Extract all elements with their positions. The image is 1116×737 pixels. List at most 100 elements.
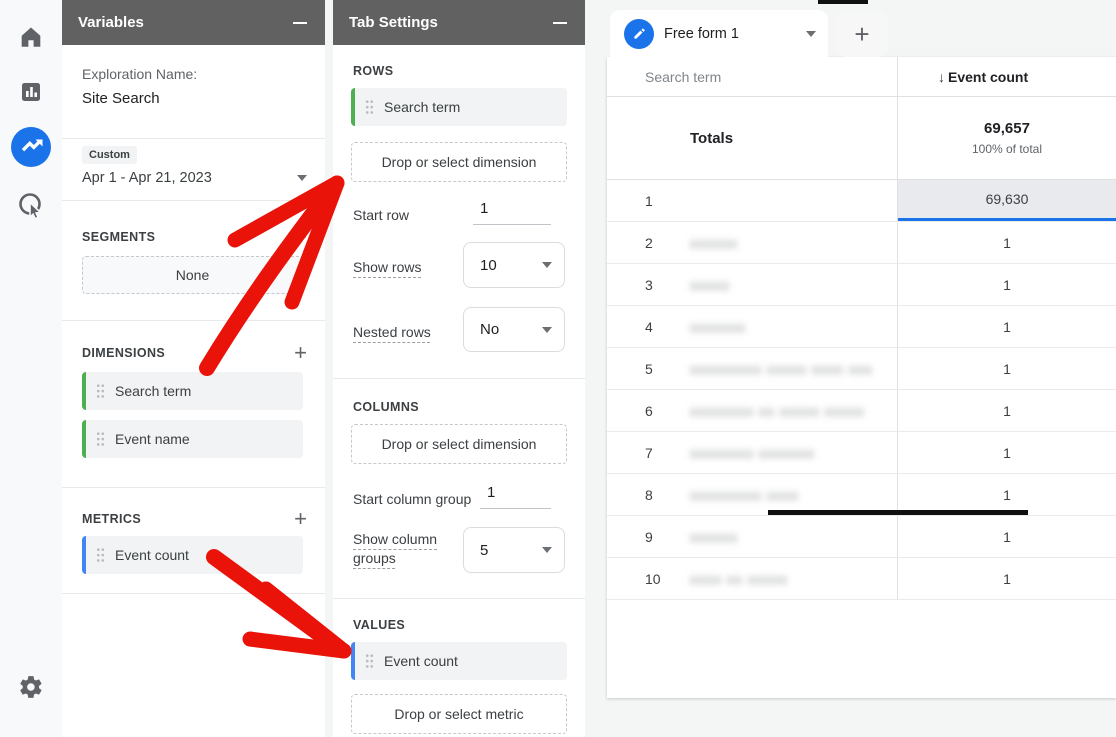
table-row[interactable]: 2 xxxxxx 1 — [607, 222, 1116, 264]
table-row[interactable]: 3 xxxxx 1 — [607, 264, 1116, 306]
row-rank: 10 — [607, 571, 690, 587]
start-row-label: Start row — [353, 207, 409, 223]
home-icon[interactable] — [10, 16, 52, 58]
column-header-search-term[interactable]: Search term — [607, 57, 898, 96]
dimension-chip-event-name[interactable]: Event name — [82, 420, 303, 458]
row-value[interactable]: 1 — [898, 264, 1116, 305]
start-row-input[interactable]: 1 — [473, 200, 551, 225]
row-term: xxxxxxxx xxxxxxx — [690, 445, 815, 461]
drag-handle-icon[interactable] — [365, 99, 374, 115]
values-dropzone[interactable]: Drop or select metric — [351, 694, 567, 734]
divider — [62, 487, 325, 488]
table-row[interactable]: 5 xxxxxxxxx xxxxx xxxx xxx 1 — [607, 348, 1116, 390]
table-row[interactable]: 4 xxxxxxx 1 — [607, 306, 1116, 348]
divider — [62, 138, 325, 139]
chip-label: Event count — [115, 547, 189, 563]
row-rank: 2 — [607, 235, 690, 251]
row-term: xxxxxxxx xx xxxxx xxxxx — [690, 403, 865, 419]
show-column-groups-label: Show column groups — [353, 530, 441, 568]
row-term: xxxxxxxxx xxxxx xxxx xxx — [690, 361, 873, 377]
nested-rows-select[interactable]: No — [463, 307, 565, 352]
rows-chip-search-term[interactable]: Search term — [351, 88, 567, 126]
row-value[interactable]: 1 — [898, 306, 1116, 347]
table-row[interactable]: 6 xxxxxxxx xx xxxxx xxxxx 1 — [607, 390, 1116, 432]
row-value[interactable]: 1 — [898, 474, 1116, 515]
chevron-down-icon — [542, 547, 552, 553]
exploration-name-value[interactable]: Site Search — [82, 90, 160, 107]
show-rows-select[interactable]: 10 — [463, 242, 565, 288]
show-column-groups-select[interactable]: 5 — [463, 527, 565, 573]
show-rows-label: Show rows — [353, 258, 421, 277]
table-row[interactable]: 1 69,630 — [607, 180, 1116, 222]
rows-dropzone[interactable]: Drop or select dimension — [351, 142, 567, 182]
explore-icon[interactable] — [10, 126, 52, 168]
table-row[interactable]: 7 xxxxxxxx xxxxxxx 1 — [607, 432, 1116, 474]
exploration-name-label: Exploration Name: — [82, 66, 197, 82]
date-range-selector[interactable]: Apr 1 - Apr 21, 2023 — [82, 170, 307, 186]
row-rank: 7 — [607, 445, 690, 461]
row-value[interactable]: 1 — [898, 222, 1116, 263]
row-value[interactable]: 1 — [898, 516, 1116, 557]
segments-empty-dropzone[interactable]: None — [82, 256, 303, 294]
metric-chip-event-count[interactable]: Event count — [82, 536, 303, 574]
drag-handle-icon[interactable] — [96, 383, 105, 399]
row-value[interactable]: 1 — [898, 432, 1116, 473]
row-value[interactable]: 1 — [898, 348, 1116, 389]
row-term: xxxx xx xxxxx — [690, 571, 788, 587]
divider — [333, 378, 585, 379]
chip-label: Search term — [384, 99, 460, 115]
columns-dropzone-label: Drop or select dimension — [382, 436, 537, 452]
columns-dropzone[interactable]: Drop or select dimension — [351, 424, 567, 464]
row-value[interactable]: 1 — [898, 558, 1116, 599]
show-rows-value: 10 — [480, 257, 497, 274]
edit-pencil-icon — [624, 19, 654, 49]
tab-settings-title: Tab Settings — [349, 14, 438, 31]
drag-handle-icon[interactable] — [365, 653, 374, 669]
columns-section-label: COLUMNS — [353, 400, 419, 414]
tab-free-form-1[interactable]: Free form 1 — [610, 10, 828, 57]
totals-row: Totals 69,657 100% of total — [607, 97, 1116, 180]
totals-subtext: 100% of total — [972, 142, 1042, 156]
tab-settings-panel: Tab Settings ROWS Search term Drop or se… — [333, 0, 585, 737]
values-chip-event-count[interactable]: Event count — [351, 642, 567, 680]
table-row[interactable]: 10 xxxx xx xxxxx 1 — [607, 558, 1116, 600]
nav-rail — [0, 0, 62, 737]
table-row[interactable]: 8 xxxxxxxxx xxxx 1 — [607, 474, 1116, 516]
column-header-event-count[interactable]: ↓ Event count — [898, 57, 1116, 96]
dimensions-label: DIMENSIONS — [82, 346, 165, 360]
date-badge: Custom — [82, 146, 137, 164]
row-value[interactable]: 1 — [898, 390, 1116, 431]
start-column-group-input[interactable]: 1 — [480, 484, 551, 509]
table-row[interactable]: 9 xxxxxx 1 — [607, 516, 1116, 558]
dimension-chip-search-term[interactable]: Search term — [82, 372, 303, 410]
settings-gear-icon[interactable] — [10, 666, 52, 708]
add-dimension-icon[interactable]: + — [294, 344, 307, 362]
row-term: xxxxxx — [690, 235, 738, 251]
variables-panel-header: Variables — [62, 0, 325, 45]
chip-label: Search term — [115, 383, 191, 399]
table-header-row: Search term ↓ Event count — [607, 57, 1116, 97]
divider — [62, 320, 325, 321]
add-metric-icon[interactable]: + — [294, 510, 307, 528]
row-rank: 5 — [607, 361, 690, 377]
metrics-label: METRICS — [82, 512, 141, 526]
nested-rows-label: Nested rows — [353, 323, 431, 342]
drag-handle-icon[interactable] — [96, 431, 105, 447]
add-segment-icon[interactable]: + — [294, 228, 307, 246]
segments-empty-label: None — [176, 267, 209, 283]
reports-icon[interactable] — [10, 71, 52, 113]
rows-dropzone-label: Drop or select dimension — [382, 154, 537, 170]
drag-handle-icon[interactable] — [96, 547, 105, 563]
advertising-icon[interactable] — [10, 186, 52, 228]
minimize-icon[interactable] — [553, 22, 567, 24]
segments-label: SEGMENTS — [82, 230, 155, 244]
rows-section-label: ROWS — [353, 64, 394, 78]
ga4-exploration-app: Variables Exploration Name: Site Search … — [0, 0, 1116, 737]
add-tab-button[interactable]: + — [836, 12, 888, 57]
minimize-icon[interactable] — [293, 22, 307, 24]
row-term: xxxxxxxxx xxxx — [690, 487, 799, 503]
chevron-down-icon — [297, 175, 307, 181]
row-value[interactable]: 69,630 — [898, 180, 1116, 221]
chevron-down-icon[interactable] — [806, 31, 816, 37]
variables-panel: Variables Exploration Name: Site Search … — [62, 0, 325, 737]
